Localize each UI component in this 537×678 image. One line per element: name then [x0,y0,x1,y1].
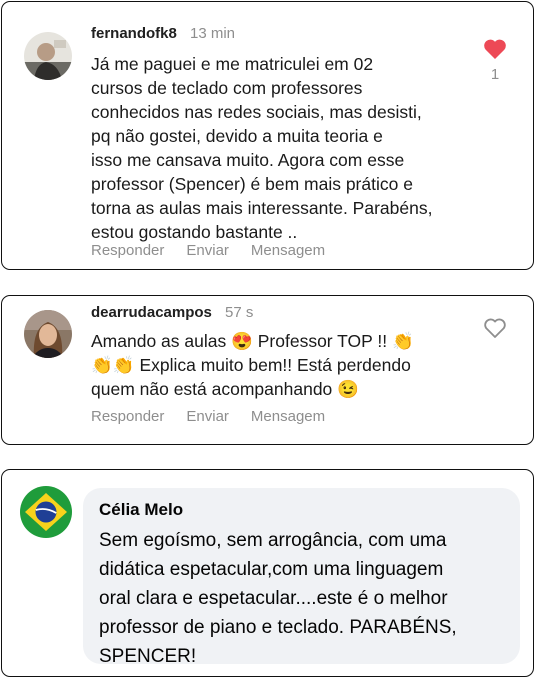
comment-line: didática espetacular,com uma linguagem [99,559,444,580]
message-button[interactable]: Mensagem [251,242,325,259]
comment-line: SPENCER! [99,646,197,667]
avatar[interactable] [24,310,72,358]
comment-line: torna as aulas mais interessante. Parabé… [91,198,433,218]
comment-card: dearrudacampos 57 s Amando as aulas 😍 Pr… [1,295,534,445]
comment-line: pq não gostei, devido a muita teoria e [91,126,383,146]
comment-text: Amando as aulas 😍 Professor TOP !! 👏 👏👏 … [91,329,414,401]
heart-filled-icon[interactable] [483,38,507,60]
comment-actions: Responder Enviar Mensagem [91,242,325,259]
comment-line: estou gostando bastante .. [91,222,298,242]
comment-line: Já me paguei e me matriculei em 02 [91,54,374,74]
avatar[interactable] [24,32,72,80]
reply-button[interactable]: Responder [91,408,164,425]
username[interactable]: dearrudacampos [91,304,212,321]
comment-line: professor (Spencer) é bem mais prático e [91,174,413,194]
message-button[interactable]: Mensagem [251,408,325,425]
comment-bubble: Célia Melo Sem egoísmo, sem arrogância, … [83,488,520,667]
send-button[interactable]: Enviar [186,242,229,259]
facebook-comment-card: Célia Melo Sem egoísmo, sem arrogância, … [1,469,534,677]
commenter-name[interactable]: Célia Melo [99,500,183,520]
avatar[interactable] [20,486,72,538]
comment-actions: Responder Enviar Mensagem [91,408,325,425]
heart-outline-icon[interactable] [483,317,507,339]
comment-line: 👏👏 Explica muito bem!! Está perdendo [91,355,411,375]
send-button[interactable]: Enviar [186,408,229,425]
like-count: 1 [490,66,500,83]
reply-button[interactable]: Responder [91,242,164,259]
comment-line: quem não está acompanhando 😉 [91,379,359,399]
comment-line: cursos de teclado com professores [91,78,363,98]
comment-line: professor de piano e teclado. PARABÉNS, [99,617,457,638]
timestamp: 13 min [190,25,236,42]
username[interactable]: fernandofk8 [91,25,177,42]
comment-line: conhecidos nas redes sociais, mas desist… [91,102,422,122]
comment-line: Amando as aulas 😍 Professor TOP !! 👏 [91,331,414,351]
comment-text: Já me paguei e me matriculei em 02 curso… [91,52,432,244]
comment-line: oral clara e espetacular....este é o mel… [99,588,448,609]
comment-line: isso me cansava muito. Agora com esse [91,150,405,170]
timestamp: 57 s [225,304,254,321]
comment-text: Sem egoísmo, sem arrogância, com uma did… [99,526,511,671]
comment-card: fernandofk8 13 min Já me paguei e me mat… [1,1,534,270]
comment-line: Sem egoísmo, sem arrogância, com uma [99,530,447,551]
